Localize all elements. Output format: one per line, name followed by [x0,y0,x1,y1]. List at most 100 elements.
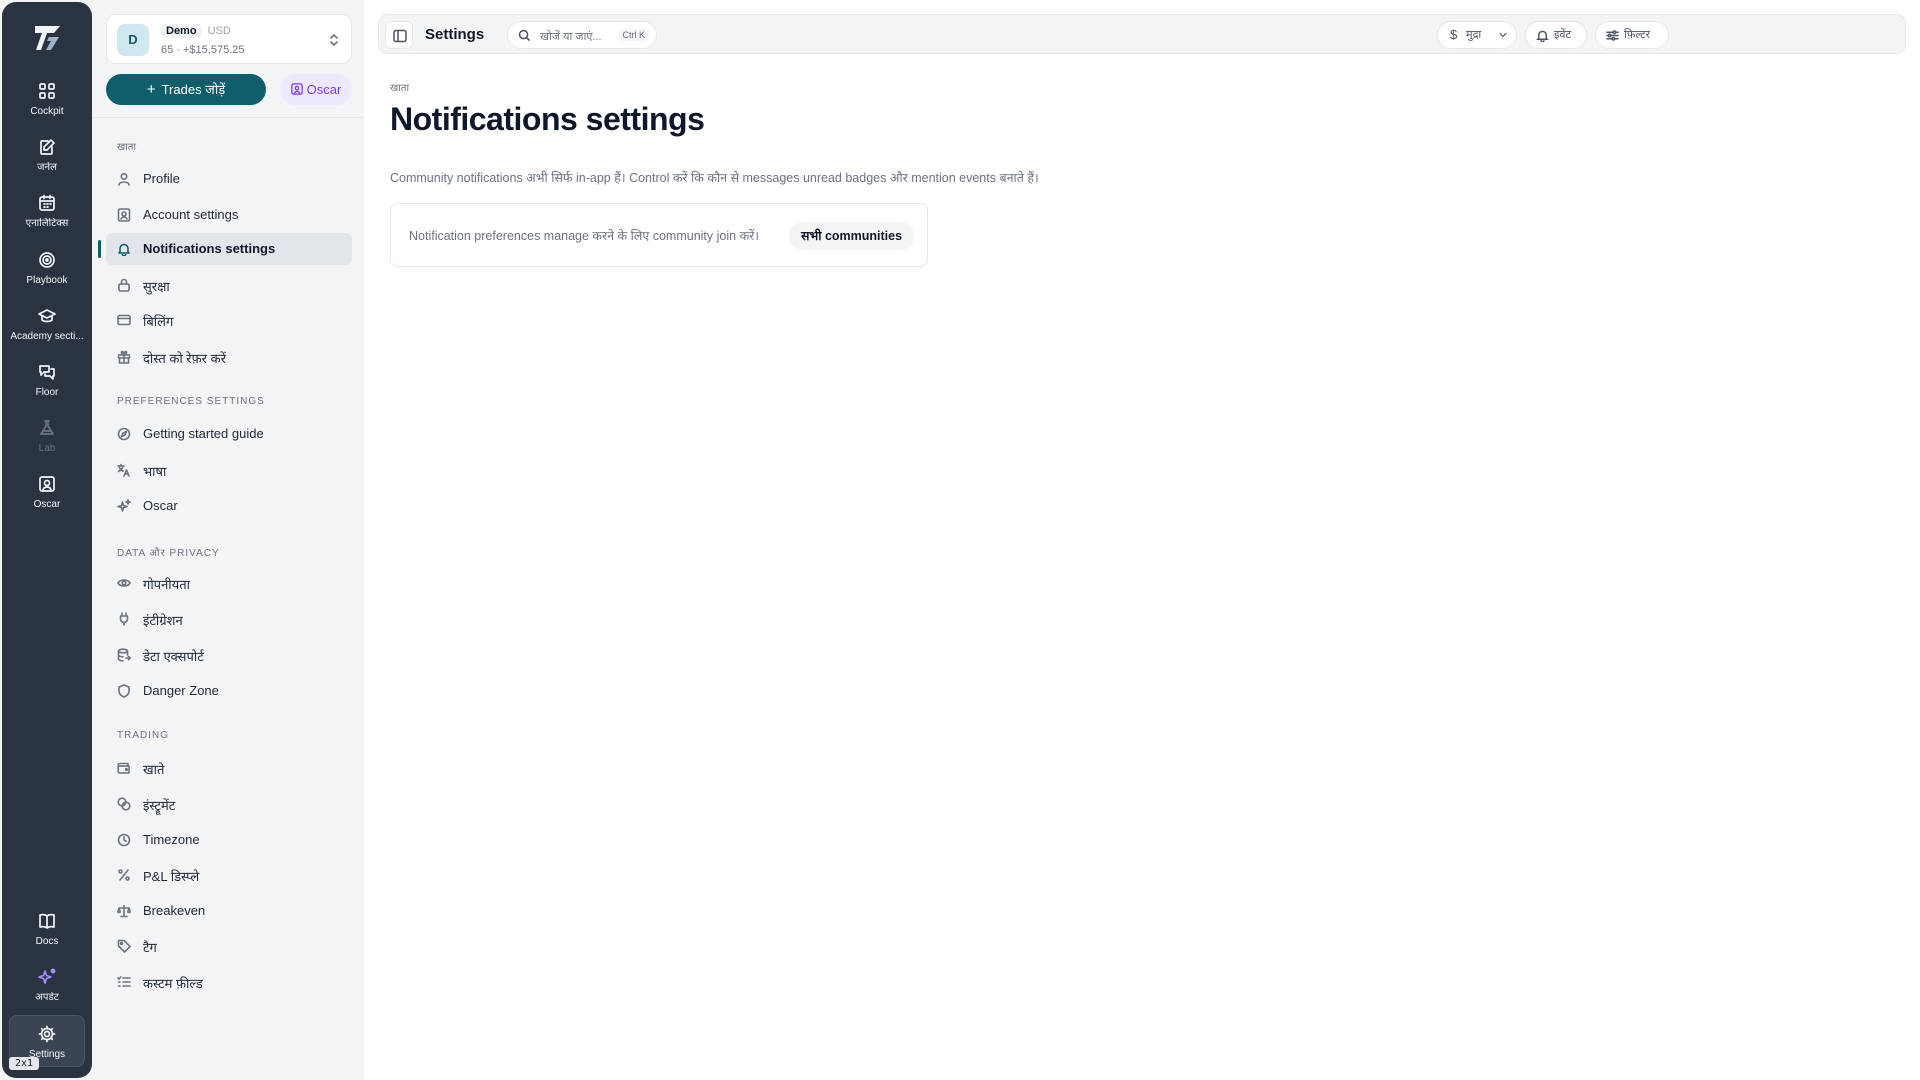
rail-item-label: Docs [35,936,59,947]
rail-item-oscar[interactable]: Oscar [2,475,92,531]
sparkles-icon [117,499,131,512]
rail-item-docs[interactable]: Docs [2,912,92,968]
gear-icon [38,1025,56,1043]
graduation-cap-icon [38,309,56,323]
wallet-icon [117,762,130,774]
coins-icon [117,797,131,811]
nav-item-danger-zone[interactable]: Danger Zone [106,675,352,707]
app-logo-icon[interactable] [30,20,66,56]
app-rail: Cockpit जर्नल एनालिटिक्स Playbook Academ… [2,2,92,1078]
notice-text: Notification preferences manage करने के … [409,229,760,243]
chevron-down-icon [1499,33,1507,38]
flask-icon [40,420,54,435]
account-mode-badge: Demo [161,24,202,38]
book-icon [39,913,55,929]
rail-item-label: जर्नल [37,162,57,173]
sparkles-icon [38,968,56,984]
id-card-icon [117,208,131,222]
credit-card-icon [117,314,131,326]
rail-item-cockpit[interactable]: Cockpit [2,82,92,138]
bell-icon [1536,30,1549,42]
version-badge: 2x1 [9,1057,40,1070]
user-icon [118,172,130,186]
oscar-icon [39,476,55,492]
chat-icon [39,365,55,380]
nav-item-timezone[interactable]: Timezone [106,824,352,856]
journal-icon [40,139,55,155]
oscar-button[interactable]: Oscar [280,74,352,105]
main-content: Settings खोजें या जाएं... Ctrl K $ मुद्र… [364,0,1920,1080]
sidebar-panel-icon [393,29,407,43]
settings-sidebar: D Demo USD 65 · +$15,575.25 + Trades जोड़े… [92,0,364,1080]
target-icon [39,252,55,268]
nav-item-instruments[interactable]: इंस्ट्रूमेंट [106,788,352,820]
rail-item-label: Oscar [33,499,61,510]
rail-item-analytics[interactable]: एनालिटिक्स [2,194,92,250]
search-icon [518,29,531,42]
rail-item-label: Playbook [26,275,68,286]
chevron-up-down-icon [330,33,338,47]
plug-icon [119,612,129,626]
rail-item-label: Floor [35,387,59,398]
clock-icon [117,833,131,847]
rail-item-academy[interactable]: Academy secti... [2,307,92,363]
rail-item-playbook[interactable]: Playbook [2,251,92,307]
nav-item-integrations[interactable]: इंटीग्रेशन [106,603,352,635]
add-trades-button[interactable]: + Trades जोड़ें [106,74,266,105]
account-summary: 65 · +$15,575.25 [161,44,245,56]
divider [92,117,364,118]
nav-item-notifications-settings[interactable]: Notifications settings [98,233,352,265]
nav-item-custom-fields[interactable]: कस्टम फ़ील्ड [106,966,352,998]
nav-item-accounts[interactable]: खाते [106,752,352,784]
top-bar: Settings खोजें या जाएं... Ctrl K $ मुद्र… [378,14,1906,54]
nav-item-billing[interactable]: बिलिंग [106,304,352,336]
dollar-icon: $ [1450,27,1458,42]
page-description: Community notifications अभी सिर्फ in-app… [390,171,1039,185]
tag-icon [117,939,131,953]
rail-item-label: एनालिटिक्स [25,218,69,229]
nav-item-security[interactable]: सुरक्षा [106,269,352,301]
nav-item-breakeven[interactable]: Breakeven [106,895,352,927]
nav-item-refer-friend[interactable]: दोस्त को रेफ़र करें [106,341,352,373]
rail-item-label: Lab [38,443,56,454]
sidebar-toggle-button[interactable] [385,21,413,49]
rail-item-label: अपडेट [35,992,59,1003]
compass-icon [117,427,131,441]
all-communities-button[interactable]: सभी communities [789,222,915,250]
eye-icon [117,579,131,587]
shield-icon [118,684,130,698]
list-check-icon [117,976,131,987]
rail-item-journal[interactable]: जर्नल [2,138,92,194]
rail-item-floor[interactable]: Floor [2,363,92,419]
page-title: Notifications settings [390,101,705,137]
account-currency: USD [207,25,231,37]
database-export-icon [117,648,131,662]
nav-item-getting-started[interactable]: Getting started guide [106,418,352,450]
breadcrumb: खाता [390,83,410,94]
nav-item-account-settings[interactable]: Account settings [106,199,352,231]
search-shortcut: Ctrl K [618,29,649,41]
nav-item-privacy[interactable]: गोपनीयता [106,567,352,599]
search-input[interactable]: खोजें या जाएं... Ctrl K [507,21,657,49]
rail-item-label: Academy secti... [10,331,84,342]
events-button[interactable]: इवेंट [1525,21,1587,49]
nav-item-profile[interactable]: Profile [106,163,352,195]
plus-icon: + [146,81,156,98]
currency-dropdown[interactable]: $ मुद्रा [1437,21,1517,49]
filter-button[interactable]: फ़िल्टर [1595,21,1669,49]
nav-item-tags[interactable]: टैग [106,930,352,962]
rail-item-label: Cockpit [30,106,64,117]
translate-icon [117,463,130,477]
bell-icon [118,243,130,256]
oscar-icon [290,83,303,95]
section-label-preferences: PREFERENCES SETTINGS [117,396,265,407]
nav-item-data-export[interactable]: डेटा एक्सपोर्ट [106,639,352,671]
nav-item-language[interactable]: भाषा [106,454,352,486]
grid-icon [39,83,55,99]
account-switcher[interactable]: D Demo USD 65 · +$15,575.25 [106,14,352,64]
join-community-notice: Notification preferences manage करने के … [390,203,928,267]
nav-item-oscar[interactable]: Oscar [106,490,352,522]
scale-icon [117,904,131,918]
nav-item-pnl-display[interactable]: P&L डिस्प्ले [106,859,352,891]
rail-item-lab[interactable]: Lab [2,419,92,475]
